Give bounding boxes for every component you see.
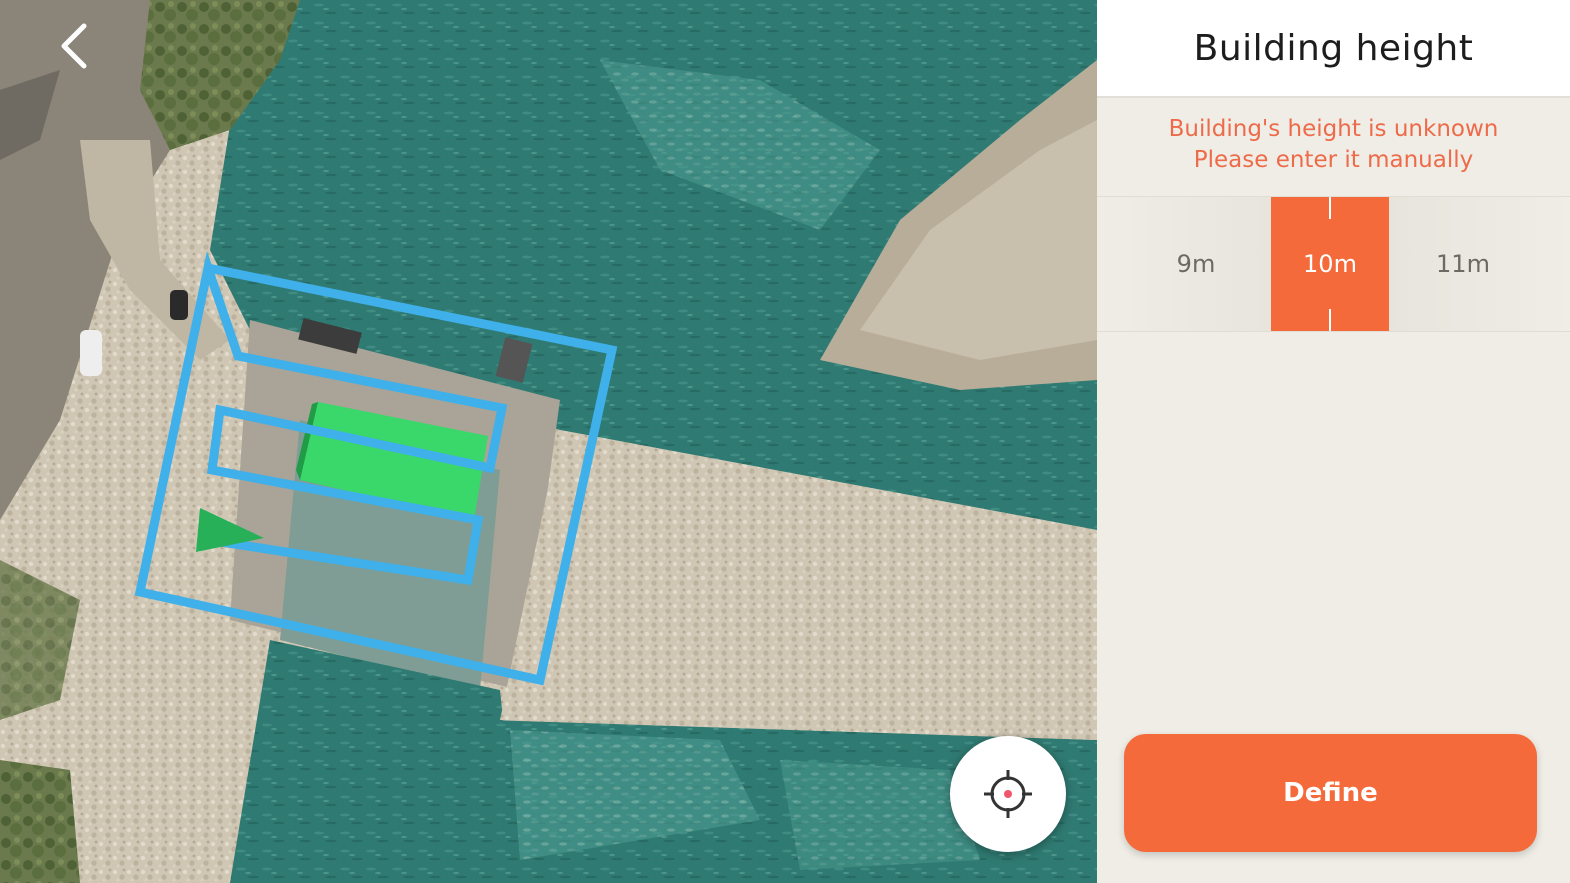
height-option-9m[interactable]: 9m — [1137, 197, 1255, 331]
height-option-label: 10m — [1303, 250, 1357, 278]
height-option-11m[interactable]: 11m — [1404, 197, 1522, 331]
map-imagery — [0, 0, 1097, 883]
locate-button[interactable] — [950, 736, 1066, 852]
panel-header: Building height — [1097, 0, 1570, 98]
picker-tick-top — [1329, 197, 1331, 219]
height-option-label: 11m — [1436, 250, 1490, 278]
app-root: Building height Building's height is unk… — [0, 0, 1570, 883]
chevron-left-icon — [61, 23, 87, 69]
warning-line-1: Building's height is unknown — [1168, 116, 1499, 142]
panel-title: Building height — [1193, 27, 1474, 69]
crosshair-icon — [984, 770, 1032, 818]
height-warning: Building's height is unknown Please ente… — [1097, 114, 1570, 176]
height-option-label: 9m — [1176, 250, 1216, 278]
back-button[interactable] — [44, 16, 104, 76]
height-option-10m-selected[interactable]: 10m — [1271, 197, 1389, 331]
define-button[interactable]: Define — [1124, 734, 1537, 852]
picker-tick-bottom — [1329, 309, 1331, 331]
building-height-panel: Building height Building's height is unk… — [1097, 0, 1570, 883]
define-button-label: Define — [1283, 778, 1378, 808]
warning-line-2: Please enter it manually — [1193, 147, 1474, 173]
satellite-map[interactable] — [0, 0, 1097, 883]
height-picker[interactable]: 9m 10m 11m — [1097, 196, 1570, 332]
